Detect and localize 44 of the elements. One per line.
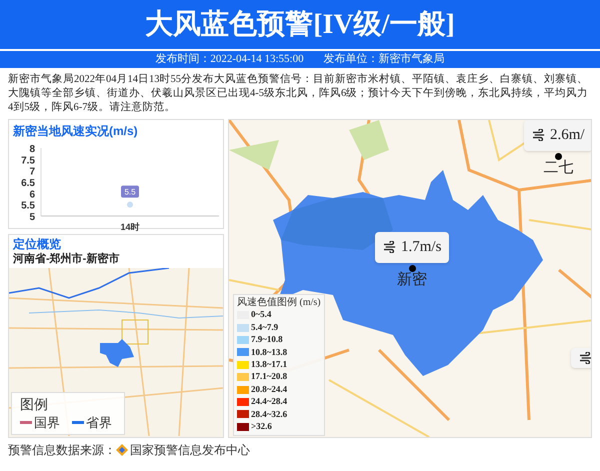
- y-tick-label: 6.5: [21, 178, 36, 189]
- legend-title: 图例: [20, 394, 49, 412]
- region-shape-icon: [100, 339, 134, 367]
- wind-icon: [579, 352, 591, 364]
- wind-icon: [532, 129, 546, 142]
- x-tick-label: 14时: [120, 222, 140, 231]
- data-label: 5.5: [121, 186, 139, 198]
- panel-title: 定位概览: [13, 237, 62, 252]
- y-tick-label: 7.5: [21, 155, 36, 166]
- legend-label: 10.8~13.8: [251, 346, 288, 359]
- legend-label: 7.9~10.8: [251, 333, 283, 346]
- y-tick-label: 8: [29, 144, 36, 155]
- publish-time: 发布时间：2022-04-14 13:55:00: [155, 52, 304, 68]
- source-label: 预警信息数据来源：: [8, 442, 116, 458]
- place-name: 新密: [397, 272, 428, 286]
- legend-label: >32.6: [251, 420, 272, 433]
- legend-label: 13.8~17.1: [251, 358, 288, 372]
- diamond-logo-icon: [116, 444, 128, 456]
- legend-label: 24.4~28.4: [251, 395, 288, 408]
- y-axis: 5 5.5 6 6.5 7 7.5 8: [21, 144, 42, 223]
- legend-label: 0~5.4: [251, 308, 272, 322]
- page-title: 大风蓝色预警[IV级/一般]: [145, 10, 455, 38]
- legend-label: 17.1~20.8: [251, 370, 288, 384]
- legend-label: 5.4~7.9: [251, 320, 278, 334]
- wind-icon: [383, 241, 397, 254]
- legend-label: 28.4~32.6: [251, 408, 288, 421]
- publisher: 发布单位：新密市气象局: [324, 52, 445, 68]
- legend-label: 20.8~24.4: [251, 382, 288, 396]
- wind-speed-label: 2.6m/: [524, 120, 591, 150]
- y-tick-label: 5.5: [21, 200, 36, 212]
- data-label: 5.5: [124, 188, 136, 197]
- legend-title: 风速色值图例 (m/s): [237, 297, 321, 309]
- wind-speed-label: 1.7m/s: [375, 232, 450, 262]
- place-name: 二七: [543, 160, 574, 174]
- y-tick-label: 7: [29, 166, 36, 178]
- legend-label: 省界: [86, 414, 112, 432]
- panel-title: 新密当地风速实况(m/s): [13, 123, 139, 140]
- warning-description: 新密市气象局2022年04月14日13时55分发布大风蓝色预警信号：目前新密市米村镇、平陌镇、袁庄乡、白寨镇、刘寨镇、大隗镇等全部乡镇、街道办、伏羲山风景区已出现4-5级东北风，阵风6级；预计今天下午到傍晚，东北风持续，平均风力4到5级，阵风6-7级。请注意防范。: [7, 72, 590, 115]
- legend-label: 国界: [34, 414, 60, 432]
- data-point: [127, 202, 133, 208]
- y-tick-label: 5: [29, 212, 36, 223]
- y-tick-label: 6: [29, 189, 36, 200]
- source-name: 国家预警信息发布中心: [130, 442, 250, 458]
- region-path: 河南省-郑州市-新密市: [13, 252, 120, 266]
